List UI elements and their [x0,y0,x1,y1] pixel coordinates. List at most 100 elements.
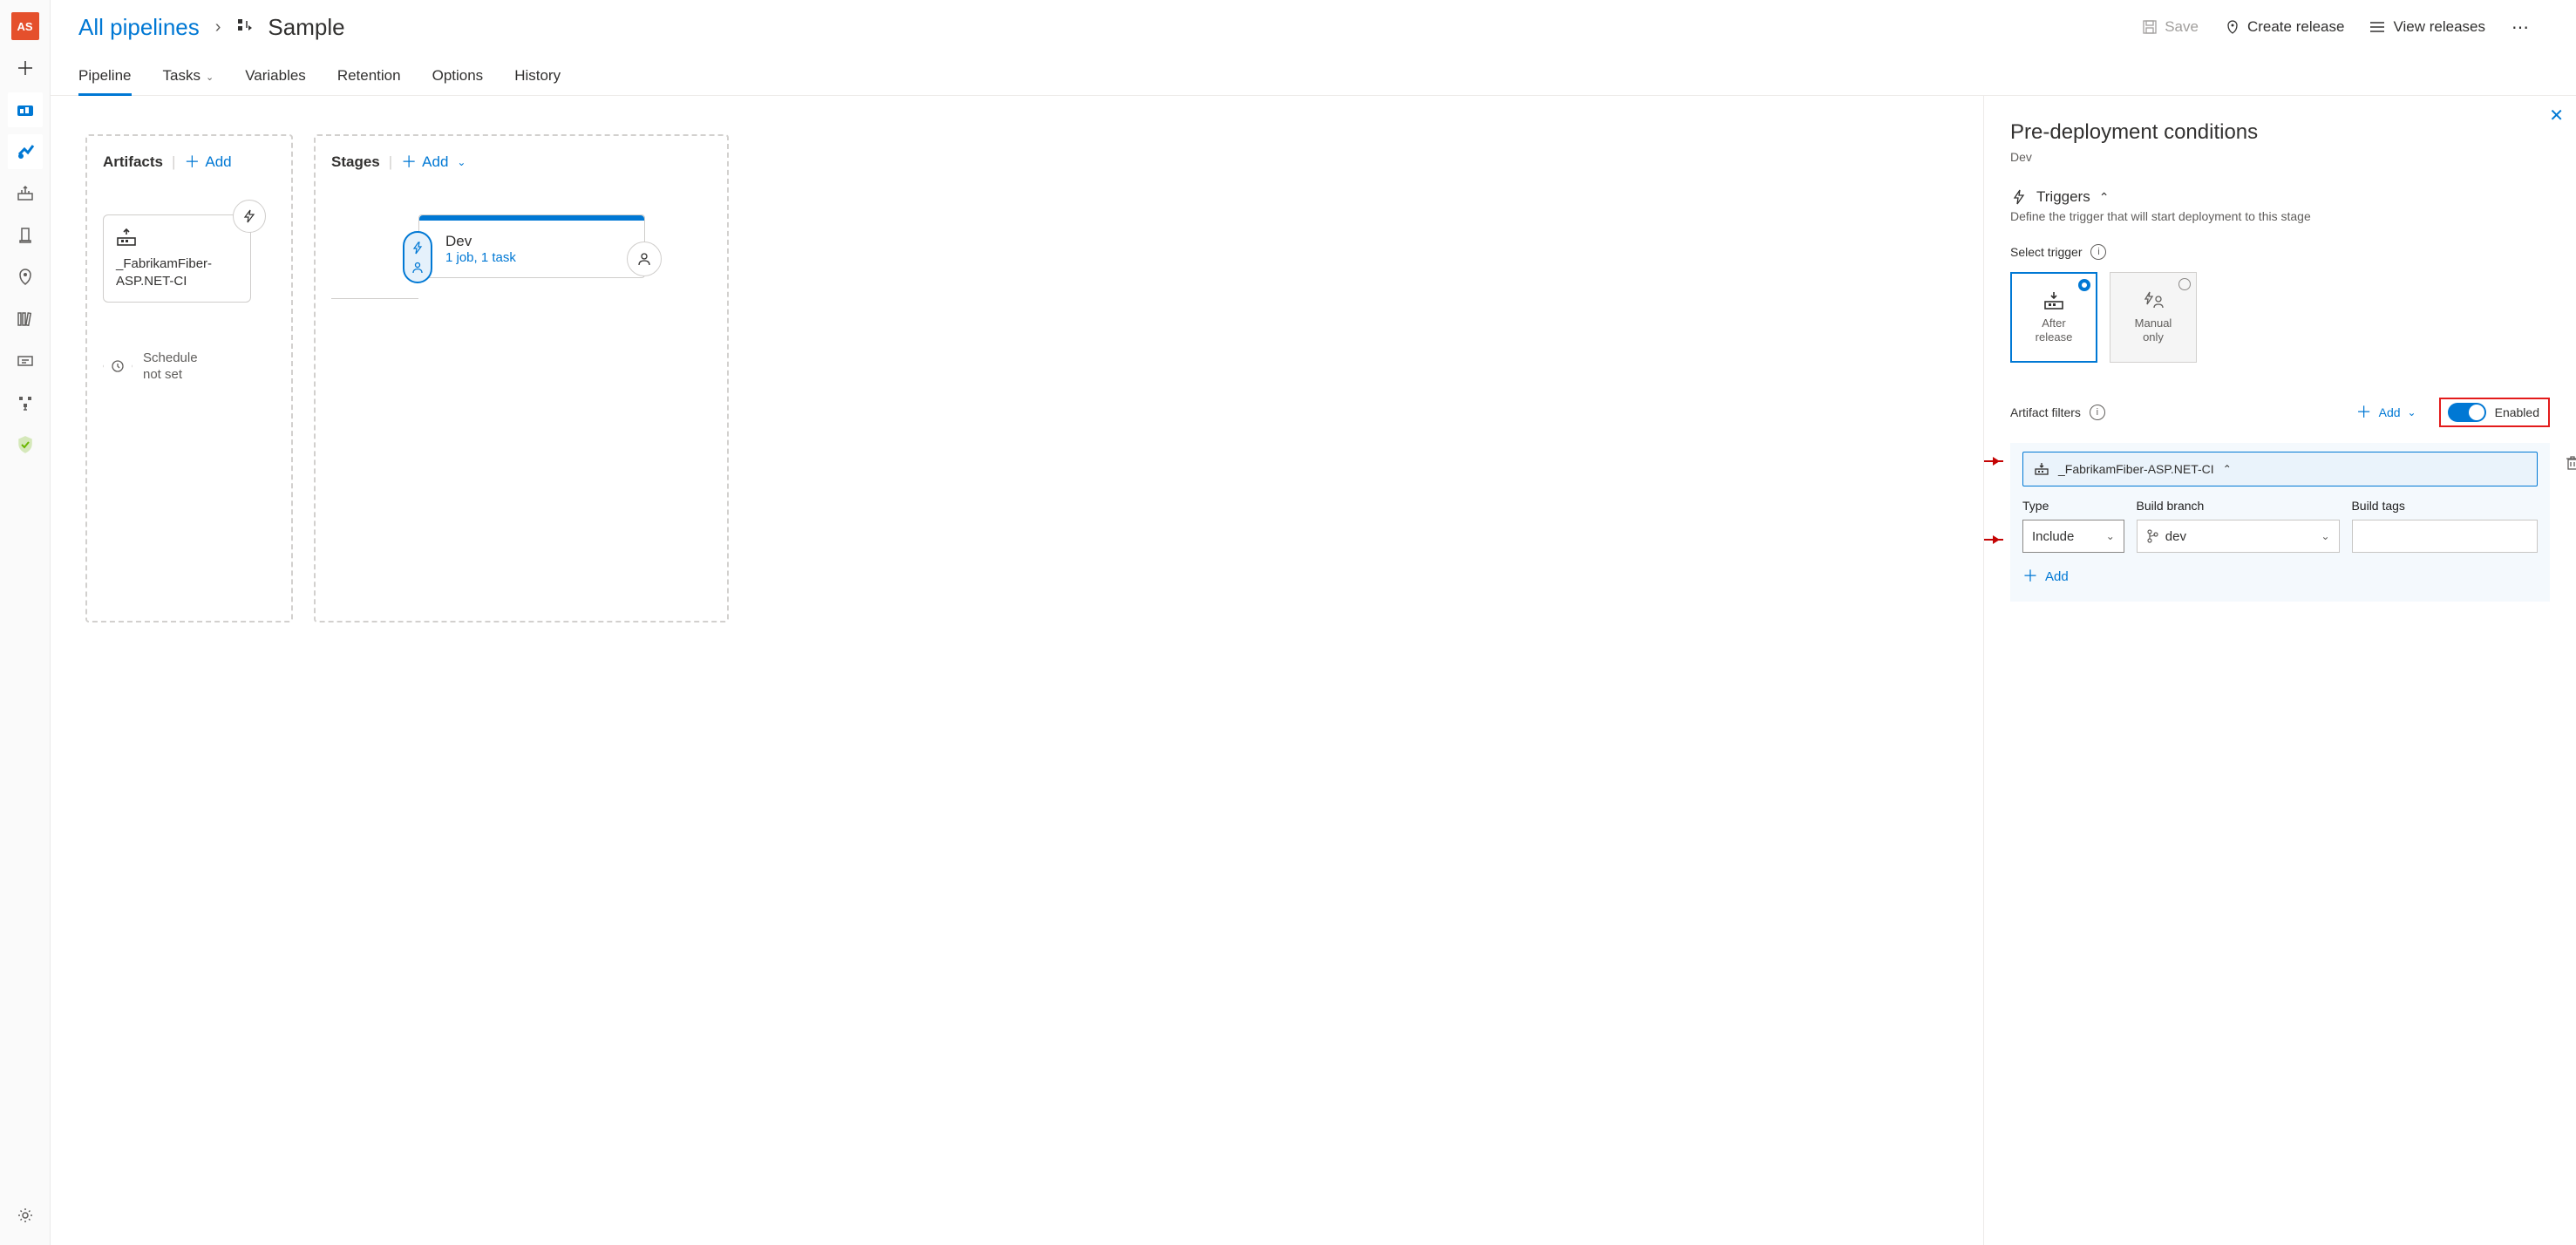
breadcrumb-root-link[interactable]: All pipelines [78,14,200,41]
nav-taskgroups-icon[interactable] [8,344,43,378]
org-initials: AS [11,12,39,40]
artifact-filters-label: Artifact filters [2010,405,2081,419]
chevron-down-icon: ⌄ [206,72,214,83]
add-stage-button[interactable]: ＋ Add ⌄ [401,153,466,171]
branch-select[interactable]: dev ⌄ [2137,520,2340,553]
add-artifact-button[interactable]: ＋ Add [184,153,231,171]
column-tags-label: Build tags [2351,499,2538,513]
chevron-down-icon: ⌄ [457,156,466,168]
chevron-down-icon: ⌄ [2321,530,2330,542]
add-row-label: Add [2045,569,2069,584]
add-stage-label: Add [422,153,448,171]
info-icon[interactable]: i [2090,405,2105,420]
pipeline-title: Sample [268,14,344,41]
add-filter-button[interactable]: ＋ Add ⌄ [2356,405,2416,420]
nav-library-icon[interactable] [8,302,43,337]
breadcrumb-separator: › [215,17,221,37]
nav-deployment-groups-icon[interactable] [8,385,43,420]
tab-pipeline[interactable]: Pipeline [78,58,132,95]
create-release-label: Create release [2247,18,2345,36]
stage-tasks-link[interactable]: 1 job, 1 task [445,250,516,265]
tab-retention[interactable]: Retention [337,58,401,95]
artifacts-column: Artifacts | ＋ Add [85,134,293,622]
trigger-after-release[interactable]: After release [2010,272,2097,363]
artifact-filter-item[interactable]: _FabrikamFiber-ASP.NET-CI ⌃ [2022,452,2538,486]
stages-heading: Stages [331,153,380,171]
tab-history[interactable]: History [514,58,561,95]
nav-releases-icon[interactable] [8,260,43,295]
trigger-manual-label-1: Manual [2135,316,2172,330]
tags-input[interactable] [2352,520,2538,553]
divider: | [389,153,392,171]
chevron-up-icon: ⌃ [2223,463,2232,475]
trigger-manual-only[interactable]: Manual only [2110,272,2197,363]
nav-builds-icon[interactable] [8,176,43,211]
info-icon[interactable]: i [2090,244,2106,260]
branch-value: dev [2165,529,2186,544]
create-release-button[interactable]: Create release [2225,18,2345,36]
build-source-icon [2034,462,2049,476]
tab-options[interactable]: Options [432,58,484,95]
schedule-status[interactable]: Schedule not set [103,350,275,384]
artifact-name: _FabrikamFiber-ASP.NET-CI [116,255,238,291]
close-panel-button[interactable]: ✕ [2549,105,2564,126]
column-type-label: Type [2022,499,2124,513]
radio-selected-icon [2078,279,2090,291]
settings-gear-icon[interactable] [8,1198,43,1233]
post-deployment-conditions-button[interactable] [627,242,662,276]
tab-tasks-label: Tasks [163,67,201,84]
save-label: Save [2165,18,2199,36]
stage-name: Dev [445,233,516,250]
nav-overview-icon[interactable] [8,92,43,127]
build-source-icon [116,228,238,247]
schedule-label-1: Schedule [143,350,198,367]
save-button: Save [2142,18,2199,36]
enabled-toggle[interactable] [2448,403,2486,422]
delete-filter-button[interactable] [2566,455,2576,471]
pipeline-type-icon [236,17,255,37]
type-select[interactable]: Include ⌄ [2022,520,2124,553]
divider: | [172,153,175,171]
artifact-filter-name: _FabrikamFiber-ASP.NET-CI [2058,462,2214,476]
enabled-toggle-highlight: Enabled [2439,398,2550,427]
artifacts-heading: Artifacts [103,153,163,171]
triggers-section-header[interactable]: Triggers ⌃ [2010,188,2550,206]
chevron-down-icon: ⌄ [2106,530,2115,542]
tab-variables[interactable]: Variables [245,58,306,95]
nav-pipelines-icon[interactable] [8,134,43,169]
chevron-up-icon: ⌃ [2099,190,2110,205]
pipeline-canvas: Artifacts | ＋ Add [51,96,1983,1245]
enabled-label: Enabled [2495,405,2539,419]
artifact-trigger-badge[interactable] [233,200,266,233]
annotation-arrow-icon [1983,539,2003,541]
left-nav-rail: AS [0,0,51,1245]
predeployment-panel: ✕ Pre-deployment conditions Dev Triggers… [1983,96,2576,1245]
add-artifact-label: Add [205,153,231,171]
tab-tasks[interactable]: Tasks ⌄ [163,58,214,95]
artifact-card[interactable]: _FabrikamFiber-ASP.NET-CI [103,214,251,303]
triggers-description: Define the trigger that will start deplo… [2010,209,2550,223]
trigger-after-label-2: release [2036,330,2073,344]
panel-title: Pre-deployment conditions [2010,120,2550,145]
plus-icon: ＋ [2022,568,2038,584]
stage-card[interactable]: Dev 1 job, 1 task [418,214,645,278]
pre-deployment-conditions-button[interactable] [403,231,432,283]
nav-environments-icon[interactable] [8,218,43,253]
branch-icon [2146,529,2158,543]
breadcrumb-bar: All pipelines › Sample Save Create relea… [51,0,2576,54]
org-logo[interactable]: AS [8,9,43,44]
plus-icon: ＋ [401,154,417,170]
view-releases-button[interactable]: View releases [2370,18,2485,36]
plus-icon: ＋ [184,154,200,170]
trigger-manual-label-2: only [2135,330,2172,344]
stages-column: Stages | ＋ Add ⌄ [314,134,729,622]
add-filter-row-button[interactable]: ＋ Add [2022,568,2538,584]
triggers-heading: Triggers [2036,188,2090,206]
add-filter-label: Add [2379,405,2401,419]
nav-security-icon[interactable] [8,427,43,462]
trigger-icon [2010,188,2028,206]
annotation-arrow-icon [1983,460,2003,462]
type-value: Include [2032,529,2074,544]
more-actions-button[interactable]: ⋯ [2511,17,2531,38]
new-item-button[interactable] [8,51,43,85]
